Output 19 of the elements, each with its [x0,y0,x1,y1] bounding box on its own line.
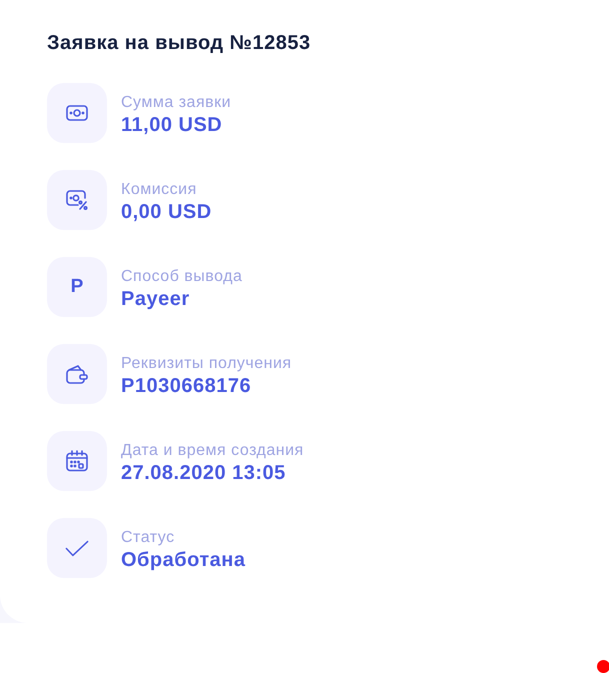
cash-icon [66,105,88,121]
letter-icon: P [70,277,84,297]
detail-label: Статус [121,528,175,548]
check-icon [65,540,89,556]
detail-value: Payeer [121,286,190,310]
wallet-icon [66,364,88,384]
detail-label: Комиссия [121,180,197,200]
request-title: Заявка на вывод №12853 [47,31,311,56]
detail-label: Способ вывода [121,266,242,286]
calendar-icon [66,450,88,472]
detail-value: 0,00 USD [121,200,212,224]
detail-label: Реквизиты получения [121,354,292,374]
detail-value: P1030668176 [121,374,252,398]
detail-label: Сумма заявки [121,92,232,112]
detail-value: 11,00 USD [121,112,222,136]
cash-percent-icon [66,190,88,210]
detail-value: Обработана [121,548,246,572]
detail-value: 27.08.2020 13:05 [121,460,286,484]
detail-label: Дата и время создания [121,440,304,460]
